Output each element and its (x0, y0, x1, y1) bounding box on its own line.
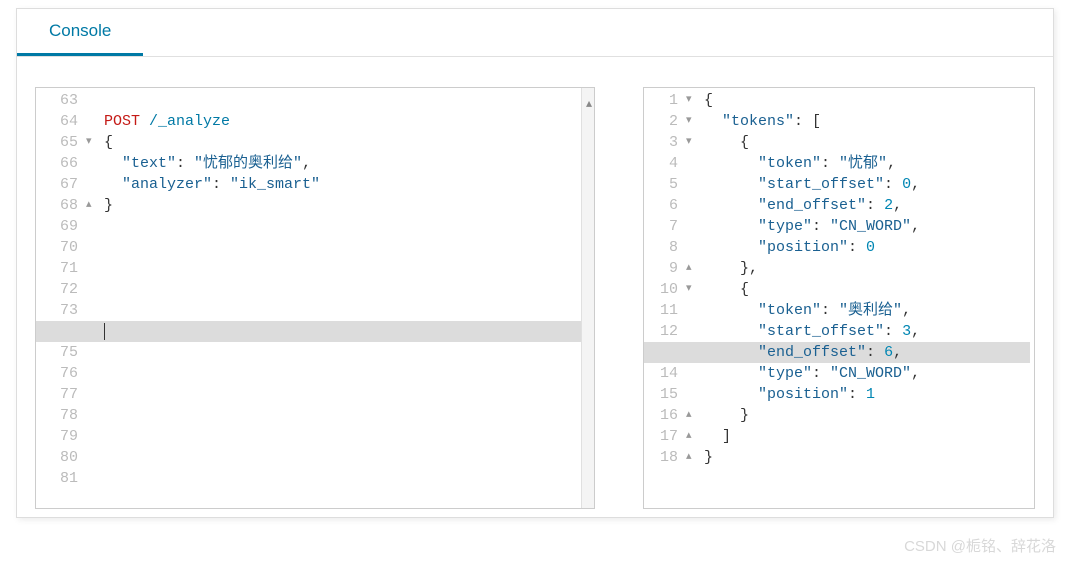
watermark: CSDN @栀铭、辞花洛 (904, 535, 1056, 556)
code-area-left[interactable]: POST /_analyze{ "text": "忧郁的奥利给", "analy… (100, 88, 594, 508)
fold-gutter-right[interactable]: ▾▾▾▴▾▴▴▴ (686, 88, 700, 508)
scrollbar-left[interactable]: ▴ (581, 88, 594, 508)
line-gutter-left: 63646566676869707172737475767778798081 (36, 88, 86, 508)
devtools-container: Console 63646566676869707172737475767778… (16, 8, 1054, 518)
tab-console[interactable]: Console (17, 9, 143, 56)
scroll-up-icon[interactable]: ▴ (586, 96, 592, 111)
tab-bar: Console (17, 9, 1053, 57)
response-viewer[interactable]: 123456789101112131415161718 ▾▾▾▴▾▴▴▴ { "… (643, 87, 1035, 509)
fold-gutter-left[interactable]: ▾▴ (86, 88, 100, 508)
line-gutter-right: 123456789101112131415161718 (644, 88, 686, 508)
panels: 63646566676869707172737475767778798081 ▾… (17, 57, 1053, 517)
request-editor[interactable]: 63646566676869707172737475767778798081 ▾… (35, 87, 595, 509)
code-area-right: { "tokens": [ { "token": "忧郁", "start_of… (700, 88, 1034, 508)
